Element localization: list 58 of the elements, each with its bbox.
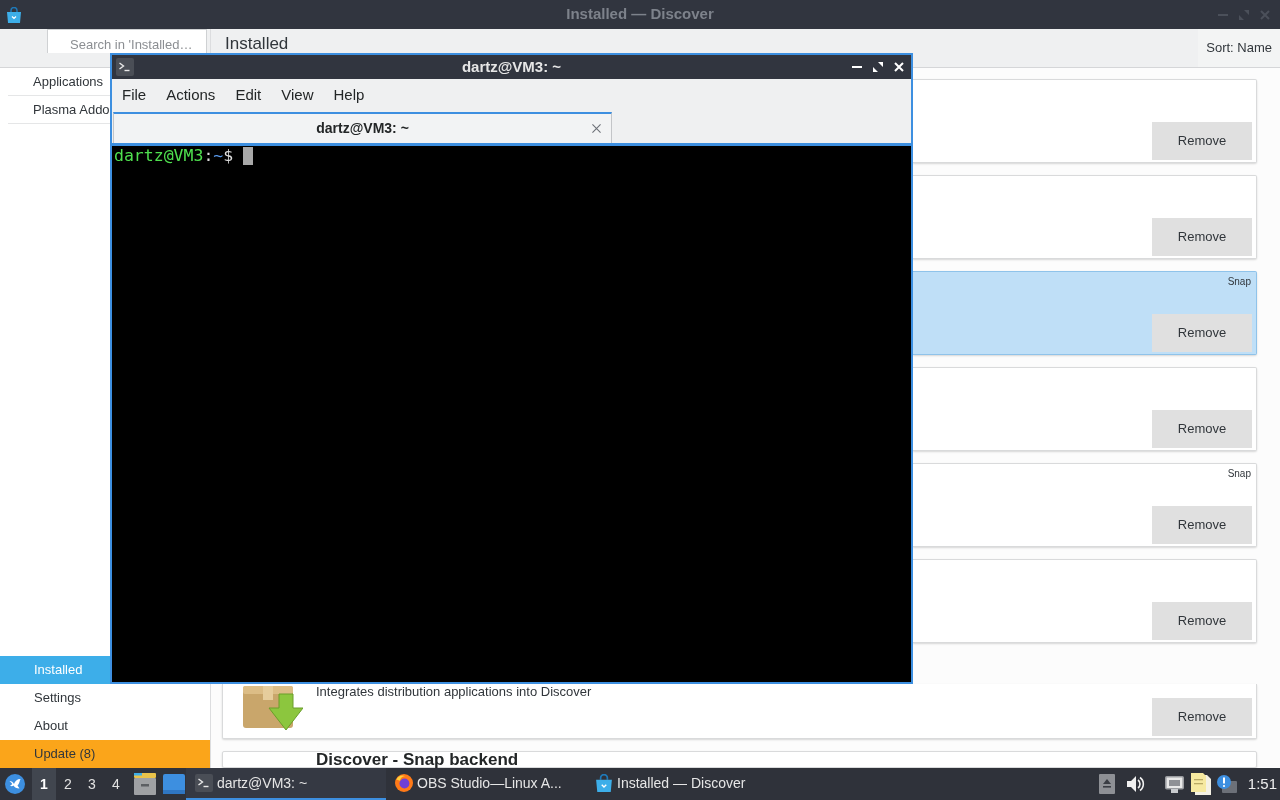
source-label: Snap xyxy=(1227,276,1252,288)
source-label: Snap xyxy=(1227,468,1252,480)
search-field[interactable]: Search in 'Installed… xyxy=(47,29,207,53)
maximize-icon[interactable] xyxy=(873,62,883,72)
desktop-button[interactable]: 2 xyxy=(56,768,80,800)
remove-button[interactable]: Remove xyxy=(1152,314,1252,352)
menu-item[interactable]: Edit xyxy=(225,84,272,107)
remove-button[interactable]: Remove xyxy=(1152,218,1252,256)
taskbar-task[interactable]: OBS Studio—Linux A... xyxy=(386,768,586,800)
eject-icon[interactable] xyxy=(1098,774,1115,794)
taskbar-task[interactable]: Installed — Discover xyxy=(586,768,786,800)
volume-icon[interactable] xyxy=(1126,775,1145,793)
notification-icon[interactable] xyxy=(1216,775,1237,793)
text-cursor-icon xyxy=(243,147,254,165)
app-name: Discover - Snap backend xyxy=(316,752,520,768)
menu-item[interactable]: Actions xyxy=(156,84,226,107)
app-card[interactable]: Remove xyxy=(913,367,1257,451)
desktop-button[interactable]: 1 xyxy=(32,768,56,800)
notes-icon[interactable] xyxy=(1190,773,1211,795)
window-title: Installed — Discover xyxy=(566,4,714,25)
clock[interactable]: 1:51 xyxy=(1247,772,1277,796)
desktop-button[interactable]: 3 xyxy=(80,768,104,800)
browser-icon xyxy=(395,774,413,792)
remove-button[interactable]: Remove xyxy=(1152,506,1252,544)
update-button[interactable]: Update (8) xyxy=(0,740,210,768)
sidebar-item[interactable]: About xyxy=(0,712,210,740)
app-card[interactable]: Snap Remove xyxy=(913,271,1257,355)
terminal-icon xyxy=(195,774,213,792)
terminal-prompt: dartz@VM3:~$ xyxy=(114,147,234,165)
app-menu-icon[interactable] xyxy=(5,774,25,794)
sort-button[interactable]: Sort: Name xyxy=(1198,29,1280,67)
terminal-icon xyxy=(116,58,134,76)
network-icon[interactable] xyxy=(1164,775,1184,793)
remove-button[interactable]: Remove xyxy=(1152,410,1252,448)
taskbar-task[interactable]: dartz@VM3: ~ xyxy=(186,768,386,800)
bag-icon xyxy=(595,774,613,792)
package-icon xyxy=(243,684,303,730)
terminal-tab[interactable]: dartz@VM3: ~ xyxy=(113,112,612,143)
app-card[interactable]: Snap Remove xyxy=(913,463,1257,547)
app-description: Integrates distribution applications into Discover xyxy=(316,685,593,699)
window-title: dartz@VM3: ~ xyxy=(461,56,562,77)
app-card[interactable]: Remove xyxy=(913,175,1257,259)
menu-item[interactable]: Help xyxy=(323,84,375,107)
app-card[interactable]: Discover - Snap backend xyxy=(222,751,1257,768)
bag-icon xyxy=(6,6,22,23)
remove-button[interactable]: Remove xyxy=(1152,602,1252,640)
menu-item[interactable]: View xyxy=(271,84,324,107)
terminal-screen[interactable]: dartz@VM3:~$ xyxy=(112,143,911,682)
page-title: Installed xyxy=(225,35,289,52)
app-card[interactable]: Remove xyxy=(913,79,1257,163)
remove-button[interactable]: Remove xyxy=(1152,122,1252,160)
file-cabinet-icon[interactable] xyxy=(134,773,156,795)
desktop-button[interactable]: 4 xyxy=(104,768,128,800)
remove-button[interactable]: Remove xyxy=(1152,698,1252,736)
menu-item[interactable]: File xyxy=(112,84,157,107)
app-card[interactable]: Remove xyxy=(913,559,1257,643)
sidebar-item[interactable]: Settings xyxy=(0,684,210,712)
app-card[interactable]: Integrates distribution applications into Discover Remove xyxy=(222,684,1257,739)
